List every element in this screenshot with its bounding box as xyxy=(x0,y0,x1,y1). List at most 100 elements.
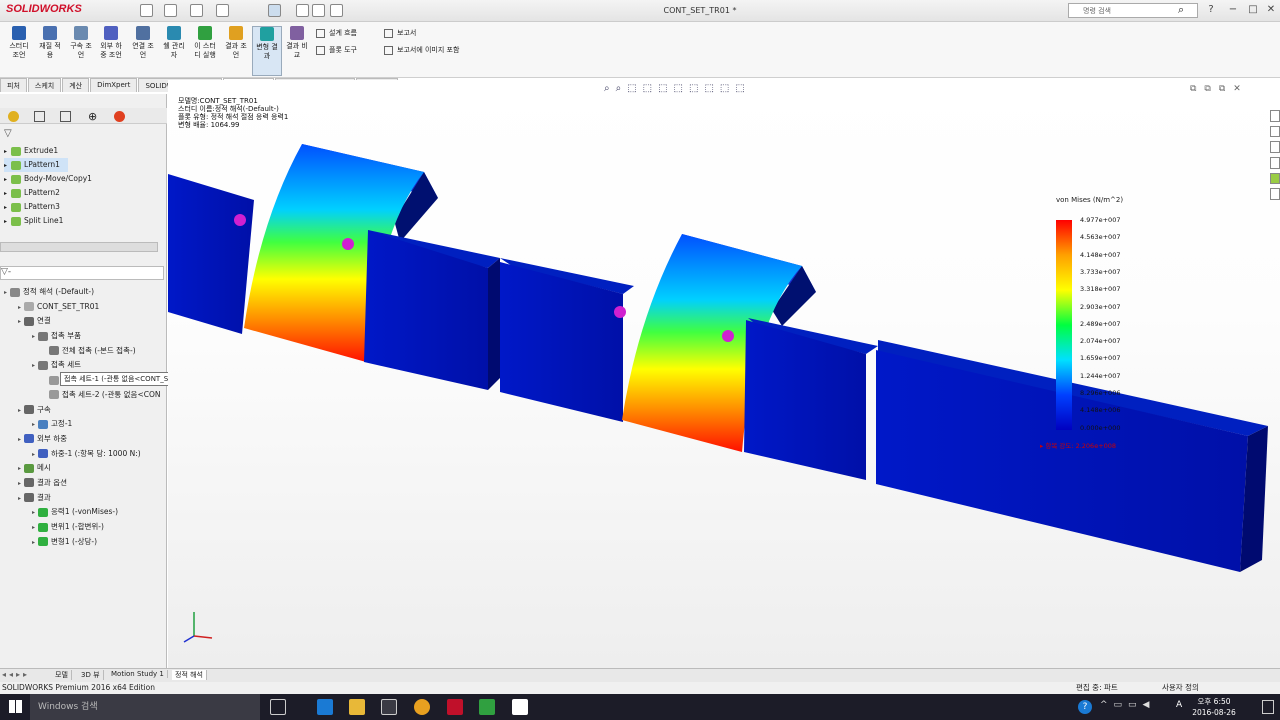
study-tree-item[interactable]: ▸ 연결 xyxy=(2,314,166,329)
study-tree-item[interactable]: ▸ 정적 해석 (-Default-) xyxy=(2,285,166,300)
expand-arrow-icon[interactable]: ▸ xyxy=(18,480,21,487)
store-icon[interactable] xyxy=(381,699,397,715)
study-tree-item[interactable]: ▸ 외부 하중 xyxy=(2,432,166,447)
property-manager-icon[interactable] xyxy=(34,111,45,122)
ribbon-button-run[interactable]: 이 스터 디 실행 xyxy=(190,26,220,76)
maximize-button[interactable]: □ xyxy=(1246,3,1260,17)
expand-arrow-icon[interactable]: ▸ xyxy=(18,304,21,311)
expand-arrow-icon[interactable]: ▸ xyxy=(32,333,35,340)
ribbon-button-load[interactable]: 외부 하 중 조언 xyxy=(96,26,126,76)
edge-icon[interactable] xyxy=(317,699,333,715)
study-tree-item[interactable]: ▸ 접촉 부품 xyxy=(2,329,166,344)
file-properties-icon[interactable] xyxy=(312,4,325,17)
ribbon-button-results[interactable]: 결과 조 언 xyxy=(222,26,250,76)
study-tree-item[interactable]: ▸ 결과 옵션 xyxy=(2,476,166,491)
help-button[interactable]: ? xyxy=(1204,3,1218,17)
bottom-tab-0[interactable]: 모델 xyxy=(52,670,72,680)
feature-tree-item[interactable]: ▸ LPattern1 xyxy=(4,158,68,172)
feature-tree-item[interactable]: ▸ Body-Move/Copy1 xyxy=(4,172,154,186)
study-tree-item[interactable]: ▸ 변형1 (-상당-) xyxy=(2,535,166,550)
display-manager-icon[interactable] xyxy=(114,111,125,122)
ribbon-button-shell[interactable]: 쉘 관리 자 xyxy=(160,26,188,76)
expand-arrow-icon[interactable]: ▸ xyxy=(4,204,7,211)
camtasia-icon[interactable] xyxy=(512,699,528,715)
expand-arrow-icon[interactable]: ▸ xyxy=(32,451,35,458)
von-mises-legend[interactable]: von Mises (N/m^2) 4.977e+007 4.563e+007 4.… xyxy=(1040,196,1160,456)
ribbon-include-image-button[interactable]: 보고서에 이미지 포함 xyxy=(384,44,459,56)
options-icon[interactable] xyxy=(330,4,343,17)
ribbon-plot-tools-button[interactable]: 플롯 도구 xyxy=(316,44,357,56)
expand-arrow-icon[interactable]: ▸ xyxy=(32,539,35,546)
ribbon-button-fixture[interactable]: 구속 조 언 xyxy=(66,26,96,76)
filter-icon[interactable]: ▽ xyxy=(4,128,12,139)
action-center-icon[interactable] xyxy=(1262,700,1274,714)
windows-start-icon[interactable] xyxy=(9,700,22,713)
study-tree-item[interactable]: ▸ 메시 xyxy=(2,461,166,476)
file-explorer-icon[interactable] xyxy=(349,699,365,715)
study-tree-item[interactable]: ▸ CONT_SET_TR01 xyxy=(2,300,166,315)
chrome-icon[interactable] xyxy=(414,699,430,715)
feature-manager-icon[interactable] xyxy=(8,111,19,122)
search-icon[interactable]: ⌕ xyxy=(1178,3,1184,17)
expand-arrow-icon[interactable]: ▸ xyxy=(4,148,7,155)
study-tree-item[interactable]: ▸ 접촉 세트 xyxy=(2,358,166,373)
dimxpert-icon[interactable]: ⊕ xyxy=(88,110,97,123)
study-tree-item[interactable]: ▸ 고정-1 xyxy=(2,417,166,432)
horizontal-scrollbar[interactable] xyxy=(0,242,158,252)
study-tree-item[interactable]: 전체 접촉 (-본드 접촉-) xyxy=(2,344,166,359)
ribbon-button-material[interactable]: 재질 적 용 xyxy=(36,26,64,76)
expand-arrow-icon[interactable]: ▸ xyxy=(18,436,21,443)
ribbon-button-deformed[interactable]: 변형 결 과 xyxy=(252,26,282,76)
system-tray-icons[interactable]: ^▭▭◀ xyxy=(1100,700,1155,710)
feature-tree-item[interactable]: ▸ LPattern2 xyxy=(4,186,154,200)
study-tree-item[interactable]: ▸ 결과 xyxy=(2,491,166,506)
study-filter-input[interactable]: ▽- xyxy=(0,266,164,280)
configuration-manager-icon[interactable] xyxy=(60,111,71,122)
select-icon[interactable] xyxy=(268,4,281,17)
minimize-button[interactable]: − xyxy=(1226,3,1240,17)
study-tree-item[interactable]: ▸ 변위1 (-합변위-) xyxy=(2,520,166,535)
task-view-icon[interactable] xyxy=(270,699,286,715)
ribbon-report-button[interactable]: 보고서 xyxy=(384,27,416,39)
rebuild-icon[interactable] xyxy=(296,4,309,17)
expand-arrow-icon[interactable]: ▸ xyxy=(4,176,7,183)
feature-tree-item[interactable]: ▸ LPattern3 xyxy=(4,200,154,214)
study-tree-item[interactable]: 접촉 세트-2 (-관통 없음<CON xyxy=(2,388,166,403)
expand-arrow-icon[interactable]: ▸ xyxy=(18,318,21,325)
study-tree-item[interactable]: ▸ 응력1 (-vonMises-) xyxy=(2,505,166,520)
app-icon[interactable] xyxy=(479,699,495,715)
tab-2[interactable]: 계산 xyxy=(62,78,90,92)
ribbon-button-compare[interactable]: 결과 비 교 xyxy=(284,26,310,76)
tab-1[interactable]: 스케치 xyxy=(27,78,62,92)
expand-arrow-icon[interactable]: ▸ xyxy=(18,465,21,472)
solidworks-logo[interactable]: SOLIDWORKS xyxy=(6,3,82,15)
status-units[interactable]: 사용자 정의 xyxy=(1162,682,1199,694)
tab-3[interactable]: DimXpert xyxy=(90,78,138,92)
ribbon-button-connection[interactable]: 연결 조 언 xyxy=(128,26,158,76)
feature-tree-item[interactable]: ▸ Extrude1 xyxy=(4,144,154,158)
solidworks-taskbar-icon[interactable] xyxy=(447,699,463,715)
close-button[interactable]: ✕ xyxy=(1264,3,1278,17)
expand-arrow-icon[interactable]: ▸ xyxy=(32,421,35,428)
study-tree-item[interactable]: ▸ 하중-1 (:항목 당: 1000 N:) xyxy=(2,447,166,462)
expand-arrow-icon[interactable]: ▸ xyxy=(32,362,35,369)
expand-arrow-icon[interactable]: ▸ xyxy=(18,495,21,502)
tab-scroll-arrows[interactable]: ◂◂▸▸ xyxy=(2,670,30,679)
clock[interactable]: 오후 6:50 2016-08-26 xyxy=(1192,696,1236,718)
expand-arrow-icon[interactable]: ▸ xyxy=(18,407,21,414)
expand-arrow-icon[interactable]: ▸ xyxy=(32,509,35,516)
expand-arrow-icon[interactable]: ▸ xyxy=(4,218,7,225)
feature-tree-item[interactable]: ▸ Split Line1 xyxy=(4,214,154,228)
print-icon[interactable] xyxy=(216,4,229,17)
ime-indicator[interactable]: A xyxy=(1176,700,1182,710)
windows-search-box[interactable]: Windows 검색 xyxy=(30,694,260,720)
bottom-tab-1[interactable]: 3D 뷰 xyxy=(78,670,104,680)
help-tray-icon[interactable]: ? xyxy=(1078,700,1092,714)
tab-0[interactable]: 피처 xyxy=(0,78,27,92)
expand-arrow-icon[interactable]: ▸ xyxy=(4,289,7,296)
viewport-window-controls[interactable]: ⧉⧉⧉✕ xyxy=(1190,84,1270,96)
open-icon[interactable] xyxy=(164,4,177,17)
bottom-tab-2[interactable]: Motion Study 1 xyxy=(108,670,168,678)
bottom-tab-3[interactable]: 정적 해석 xyxy=(172,670,207,680)
new-icon[interactable] xyxy=(140,4,153,17)
